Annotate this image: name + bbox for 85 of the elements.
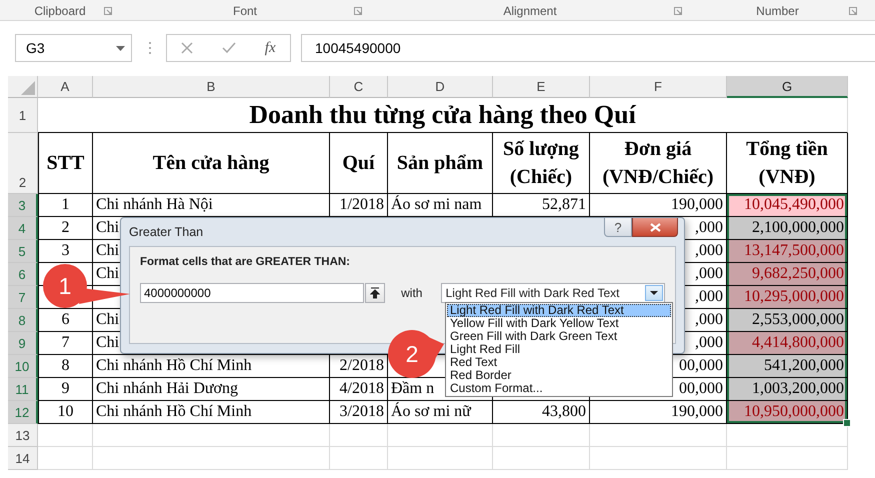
table-cell: 1 <box>38 194 93 217</box>
table-cell: Áo sơ mi nữ <box>388 401 493 424</box>
dialog-launcher-icon[interactable] <box>354 7 362 15</box>
value-field[interactable]: 4000000000 <box>140 283 364 303</box>
upload-arrow-icon <box>370 287 380 299</box>
table-cell: 541,200,000 <box>727 355 848 378</box>
table-cell: 1,003,200,000 <box>727 378 848 401</box>
table-cell: 9,682,250,000 <box>727 263 848 286</box>
ribbon-group-label: Alignment <box>503 4 557 18</box>
row-header[interactable]: 2 <box>8 133 38 194</box>
table-cell: 2,100,000,000 <box>727 217 848 240</box>
table-cell: 10,295,000,000 <box>727 286 848 309</box>
empty-cell <box>330 447 388 470</box>
table-cell: Chi nhánh Hồ Chí Minh <box>93 401 330 424</box>
table-cell: 2 <box>38 217 93 240</box>
column-header[interactable]: C <box>330 76 388 98</box>
fill-handle[interactable] <box>843 419 851 427</box>
row-header[interactable]: 13 <box>8 424 38 447</box>
grip-icon <box>148 40 152 56</box>
sheet-title: Doanh thu từng cửa hàng theo Quí <box>38 98 848 133</box>
row-header[interactable]: 8 <box>8 309 38 332</box>
table-cell: 3 <box>38 240 93 263</box>
caret-icon <box>650 291 658 295</box>
row-header[interactable]: 14 <box>8 447 38 470</box>
close-icon <box>650 222 660 232</box>
cancel-icon[interactable] <box>181 42 194 54</box>
table-cell: 13,147,500,000 <box>727 240 848 263</box>
table-cell: 4,414,800,000 <box>727 332 848 355</box>
table-cell: 9 <box>38 378 93 401</box>
row-header[interactable]: 9 <box>8 332 38 355</box>
insert-function-button[interactable]: fx <box>264 40 276 56</box>
help-button[interactable]: ? <box>604 218 632 237</box>
row-header[interactable]: 10 <box>8 355 38 378</box>
column-header[interactable]: A <box>38 76 93 98</box>
row-header[interactable]: 11 <box>8 378 38 401</box>
header-cell: Đơn giá (VNĐ/Chiếc) <box>590 133 727 194</box>
table-cell: 7 <box>38 332 93 355</box>
table-cell: 10,045,490,000 <box>727 194 848 217</box>
table-cell: 2/2018 <box>330 355 388 378</box>
dialog-launcher-icon[interactable] <box>104 7 112 15</box>
header-cell: STT <box>38 133 93 194</box>
collapse-button[interactable] <box>365 283 386 303</box>
ribbon-group-label: Clipboard <box>34 4 86 18</box>
table-cell: 3/2018 <box>330 401 388 424</box>
select-all-icon[interactable] <box>21 81 35 95</box>
row-header[interactable]: 7 <box>8 286 38 309</box>
dialog-launcher-icon[interactable] <box>849 7 857 15</box>
name-box[interactable]: G3 <box>15 34 132 62</box>
header-cell: Tên cửa hàng <box>93 133 330 194</box>
column-header[interactable]: B <box>93 76 330 98</box>
column-header[interactable]: G <box>727 76 848 98</box>
list-option[interactable]: Light Red Fill with Dark Red Text <box>447 304 671 317</box>
table-cell: 10,950,000,000 <box>727 401 848 424</box>
empty-cell <box>330 424 388 447</box>
table-cell: 10 <box>38 401 93 424</box>
caret-icon <box>116 46 125 50</box>
table-cell: 8 <box>38 355 93 378</box>
format-dropdown[interactable]: Light Red Fill with Dark Red Text <box>440 283 665 303</box>
table-cell: Chi nhánh Hải Dương <box>93 378 330 401</box>
header-cell: Quí <box>330 133 388 194</box>
formula-field[interactable]: 10045490000 <box>301 34 875 62</box>
column-header[interactable]: E <box>493 76 590 98</box>
dialog-launcher-icon[interactable] <box>674 7 682 15</box>
table-cell: 2,553,000,000 <box>727 309 848 332</box>
row-header[interactable]: 4 <box>8 217 38 240</box>
close-button[interactable] <box>632 218 678 237</box>
row-header[interactable]: 5 <box>8 240 38 263</box>
column-header[interactable]: D <box>388 76 493 98</box>
row-header[interactable]: 6 <box>8 263 38 286</box>
table-cell: 43,800 <box>493 401 590 424</box>
table-cell: Chi nhánh Hồ Chí Minh <box>93 355 330 378</box>
row-header[interactable]: 1 <box>8 98 38 133</box>
ribbon-group-label: Number <box>756 4 799 18</box>
column-header[interactable]: F <box>590 76 727 98</box>
row-header[interactable]: 3 <box>8 194 38 217</box>
dialog-title: Greater Than <box>129 225 204 239</box>
check-icon[interactable] <box>222 42 236 54</box>
header-cell: Sản phẩm <box>388 133 493 194</box>
header-cell: Số lượng (Chiếc) <box>493 133 590 194</box>
row-header[interactable]: 12 <box>8 401 38 424</box>
dropdown-button[interactable] <box>645 285 663 301</box>
table-cell: 4/2018 <box>330 378 388 401</box>
with-label: with <box>401 286 424 300</box>
ribbon-group-label: Font <box>232 4 257 18</box>
table-cell: 6 <box>38 309 93 332</box>
